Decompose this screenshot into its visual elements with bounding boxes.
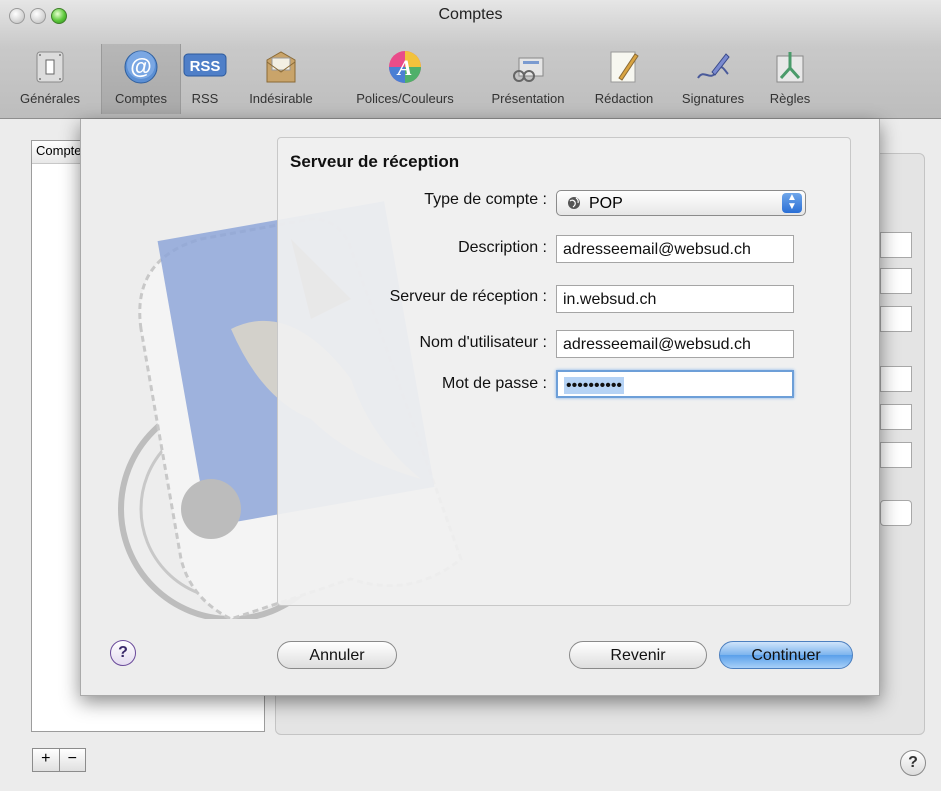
continue-button[interactable]: Continuer: [719, 641, 853, 669]
junk-mail-icon: [266, 51, 296, 83]
account-popup[interactable]: [880, 500, 912, 526]
cancel-button[interactable]: Annuler: [277, 641, 397, 669]
toolbar-item-label: Polices/Couleurs: [356, 91, 454, 106]
incoming-server-field[interactable]: in.websud.ch: [556, 285, 794, 313]
svg-text:@: @: [130, 54, 151, 79]
account-field[interactable]: [880, 442, 912, 468]
svg-text:A: A: [396, 55, 413, 80]
account-field[interactable]: [880, 232, 912, 258]
viewing-icon: [513, 57, 544, 82]
window-title: Comptes: [438, 6, 503, 23]
toolbar-item-label: Signatures: [681, 91, 745, 106]
preferences-window: Comptes Générales @ Comptes RSS RSS Indé…: [0, 0, 941, 791]
rules-icon: [776, 52, 804, 83]
toolbar-item-label: Règles: [769, 91, 811, 106]
help-button[interactable]: ?: [900, 750, 926, 776]
add-account-sheet: Serveur de réception Type de compte : PO…: [80, 119, 880, 696]
sheet-help-button[interactable]: ?: [110, 640, 136, 666]
description-label: Description :: [458, 239, 547, 256]
toolbar-item-label: Rédaction: [594, 91, 654, 106]
toolbar-item-label: Comptes: [114, 91, 168, 106]
account-field[interactable]: [880, 404, 912, 430]
toolbar-item-signatures[interactable]: Signatures: [668, 44, 758, 114]
toolbar-item-composing[interactable]: Rédaction: [584, 44, 664, 114]
toolbar-item-label: Générales: [20, 91, 80, 106]
toolbar-item-rules[interactable]: Règles: [758, 44, 822, 114]
fonts-colors-icon: A: [389, 51, 421, 83]
toolbar-item-label: Indésirable: [249, 91, 313, 106]
toolbar-item-label: Présentation: [491, 91, 565, 106]
description-field[interactable]: adresseemail@websud.ch: [556, 235, 794, 263]
signature-pen-icon: [697, 53, 730, 79]
username-field[interactable]: adresseemail@websud.ch: [556, 330, 794, 358]
account-type-value: POP: [589, 195, 623, 212]
account-field[interactable]: [880, 366, 912, 392]
title-bar: Comptes Générales @ Comptes RSS RSS Indé…: [0, 0, 941, 119]
composing-pencil-icon: [610, 51, 639, 83]
popup-arrows-icon: ▲ ▼: [782, 193, 802, 213]
back-button[interactable]: Revenir: [569, 641, 707, 669]
incoming-server-label: Serveur de réception :: [389, 288, 547, 305]
at-sign-icon: @: [124, 50, 158, 84]
password-value: ••••••••••: [564, 377, 625, 394]
toolbar-item-fonts-colors[interactable]: A Polices/Couleurs: [340, 44, 470, 114]
general-switch-icon: [36, 51, 64, 83]
sheet-title: Serveur de réception: [290, 152, 460, 171]
account-field[interactable]: [880, 268, 912, 294]
rss-icon: RSS: [183, 53, 227, 77]
globe-icon: [568, 197, 580, 209]
add-remove-control: + −: [32, 748, 86, 772]
password-field[interactable]: ••••••••••: [556, 370, 794, 398]
account-type-select[interactable]: POP ▲ ▼: [556, 190, 806, 216]
toolbar-item-general[interactable]: Générales: [0, 44, 100, 114]
remove-account-button[interactable]: −: [58, 749, 86, 771]
toolbar-item-junk[interactable]: Indésirable: [232, 44, 330, 114]
svg-text:RSS: RSS: [190, 58, 221, 75]
password-label: Mot de passe :: [442, 375, 547, 392]
add-account-button[interactable]: +: [33, 749, 59, 771]
account-type-label: Type de compte :: [424, 191, 547, 208]
username-label: Nom d'utilisateur :: [419, 334, 547, 351]
toolbar-item-label: RSS: [191, 91, 219, 106]
toolbar-item-viewing[interactable]: Présentation: [478, 44, 578, 114]
account-field[interactable]: [880, 306, 912, 332]
toolbar-item-rss[interactable]: RSS RSS: [180, 44, 230, 114]
toolbar-item-accounts[interactable]: @ Comptes: [101, 44, 181, 114]
